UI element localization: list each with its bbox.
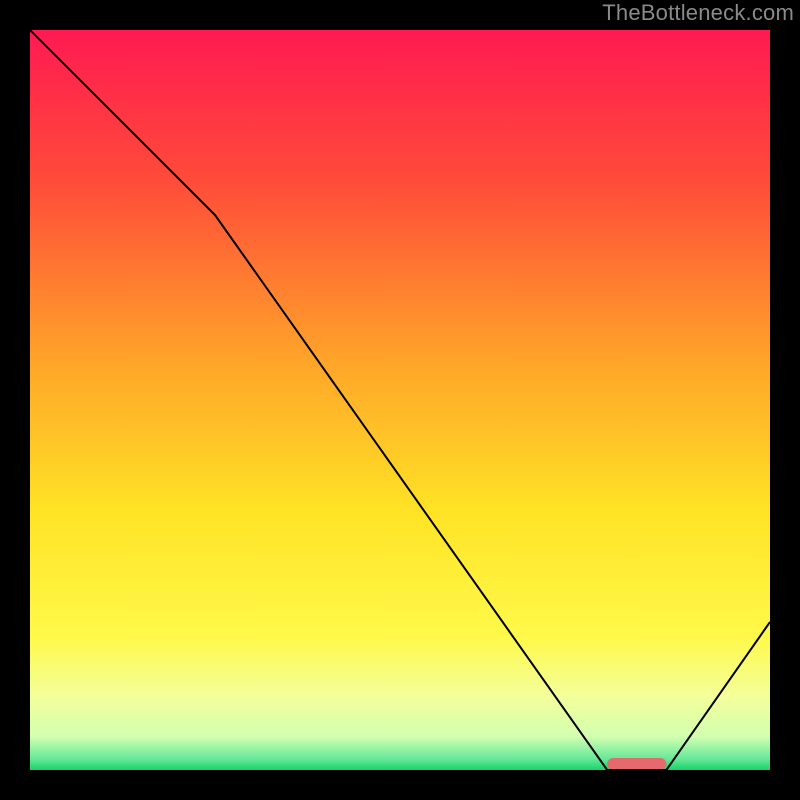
bottleneck-chart: [30, 30, 770, 770]
plot-frame: [30, 30, 770, 770]
chart-container: TheBottleneck.com: [0, 0, 800, 800]
optimum-marker: [607, 758, 666, 770]
watermark-text: TheBottleneck.com: [602, 0, 794, 26]
